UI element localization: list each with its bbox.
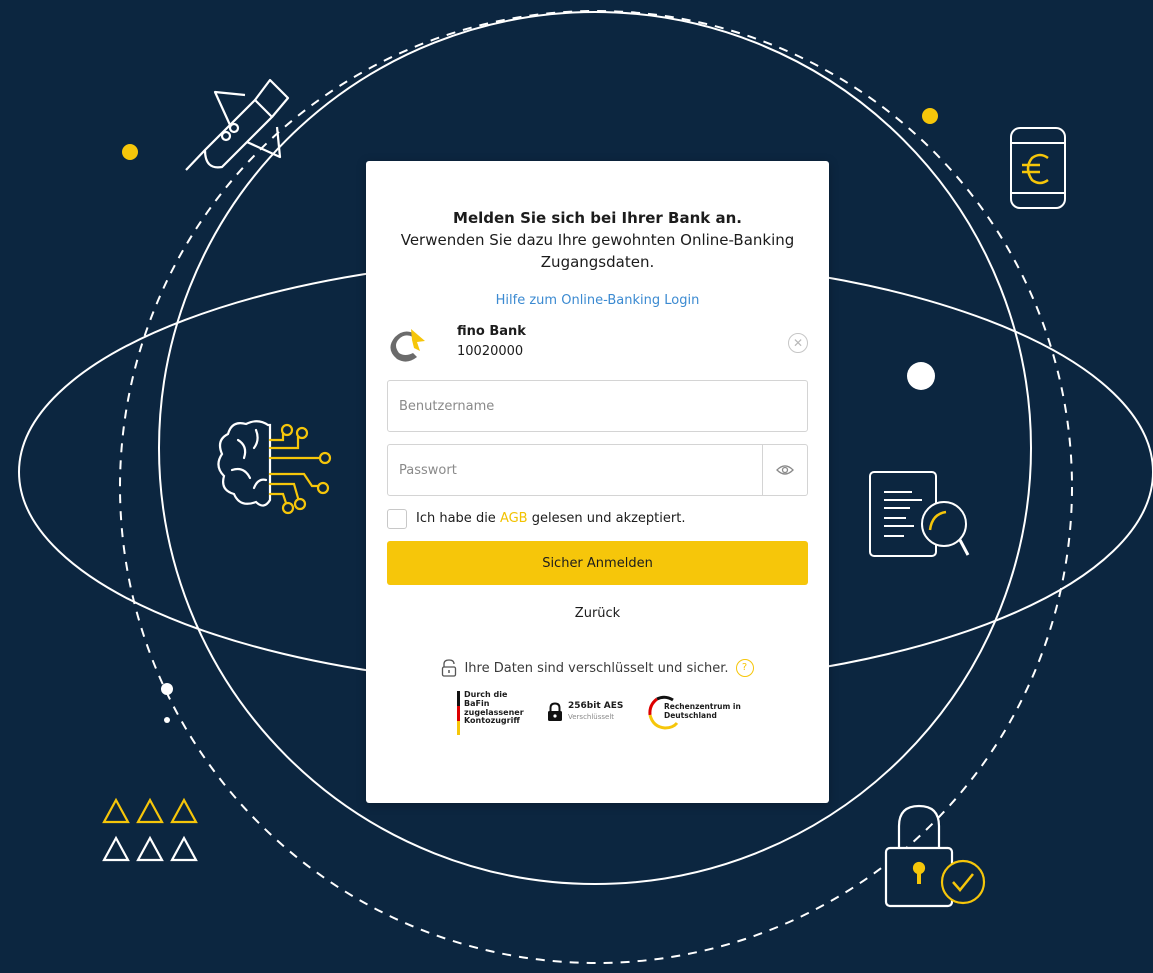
aes-lock-icon: [548, 702, 562, 721]
security-text: Ihre Daten sind verschlüsselt und sicher…: [464, 660, 729, 676]
heading-subtitle: Verwenden Sie dazu Ihre gewohnten Online…: [400, 231, 795, 271]
heading-title: Melden Sie sich bei Ihrer Bank an.: [453, 209, 742, 227]
aes-subtitle: Verschlüsselt: [568, 713, 615, 721]
white-dot: [907, 362, 935, 390]
white-dot: [161, 683, 173, 695]
security-note: Ihre Daten sind verschlüsselt und sicher…: [387, 659, 808, 677]
yellow-dot: [922, 108, 938, 124]
terms-checkbox[interactable]: [387, 509, 407, 529]
username-field: [387, 380, 808, 432]
bank-logo-icon: [390, 329, 425, 362]
datacenter-text: Rechenzentrum in Deutschland: [664, 702, 741, 720]
brain-circuit-icon: [217, 420, 272, 507]
clear-icon[interactable]: ✕: [788, 333, 808, 353]
trust-badges: Durch die BaFin zugelassener Kontozugrif…: [387, 689, 808, 739]
lock-icon: [442, 659, 457, 677]
login-card: Melden Sie sich bei Ihrer Bank an. Verwe…: [366, 161, 829, 803]
aes-title: 256bit AES: [568, 701, 624, 711]
bank-name: fino Bank: [457, 324, 526, 339]
terms-prefix: Ich habe die: [416, 511, 500, 526]
bafin-badge: Durch die BaFin zugelassener Kontozugrif…: [464, 690, 524, 726]
bank-code: 10020000: [457, 344, 524, 359]
padlock-check-icon: [884, 804, 986, 908]
username-input[interactable]: [388, 381, 807, 431]
question-icon[interactable]: ?: [735, 659, 754, 677]
rocket-icon: [185, 78, 290, 171]
agb-link[interactable]: AGB: [500, 511, 528, 526]
terms-suffix: gelesen und akzeptiert.: [527, 511, 686, 526]
terms-row: Ich habe die AGB gelesen und akzeptiert.: [387, 508, 808, 532]
bafin-line: Kontozugriff: [464, 716, 520, 726]
euro-phone-icon: [1010, 127, 1066, 209]
secure-login-button[interactable]: Sicher Anmelden: [387, 541, 808, 585]
terms-label: Ich habe die AGB gelesen und akzeptiert.: [416, 511, 685, 526]
login-heading: Melden Sie sich bei Ihrer Bank an. Verwe…: [387, 207, 808, 273]
white-dot: [164, 717, 170, 723]
circuit-lines: [268, 423, 332, 515]
german-flag-stripe: [457, 691, 460, 735]
selected-bank: fino Bank 10020000 ✕: [387, 322, 808, 366]
document-search-icon: [869, 471, 970, 557]
toggle-password-visibility[interactable]: [762, 445, 807, 495]
password-input[interactable]: [388, 445, 764, 495]
help-link[interactable]: Hilfe zum Online-Banking Login: [387, 293, 808, 308]
triangles-icon: [102, 797, 198, 862]
yellow-dot: [122, 144, 138, 160]
eye-icon: [776, 465, 794, 475]
back-link[interactable]: Zurück: [387, 606, 808, 621]
password-field: [387, 444, 808, 496]
